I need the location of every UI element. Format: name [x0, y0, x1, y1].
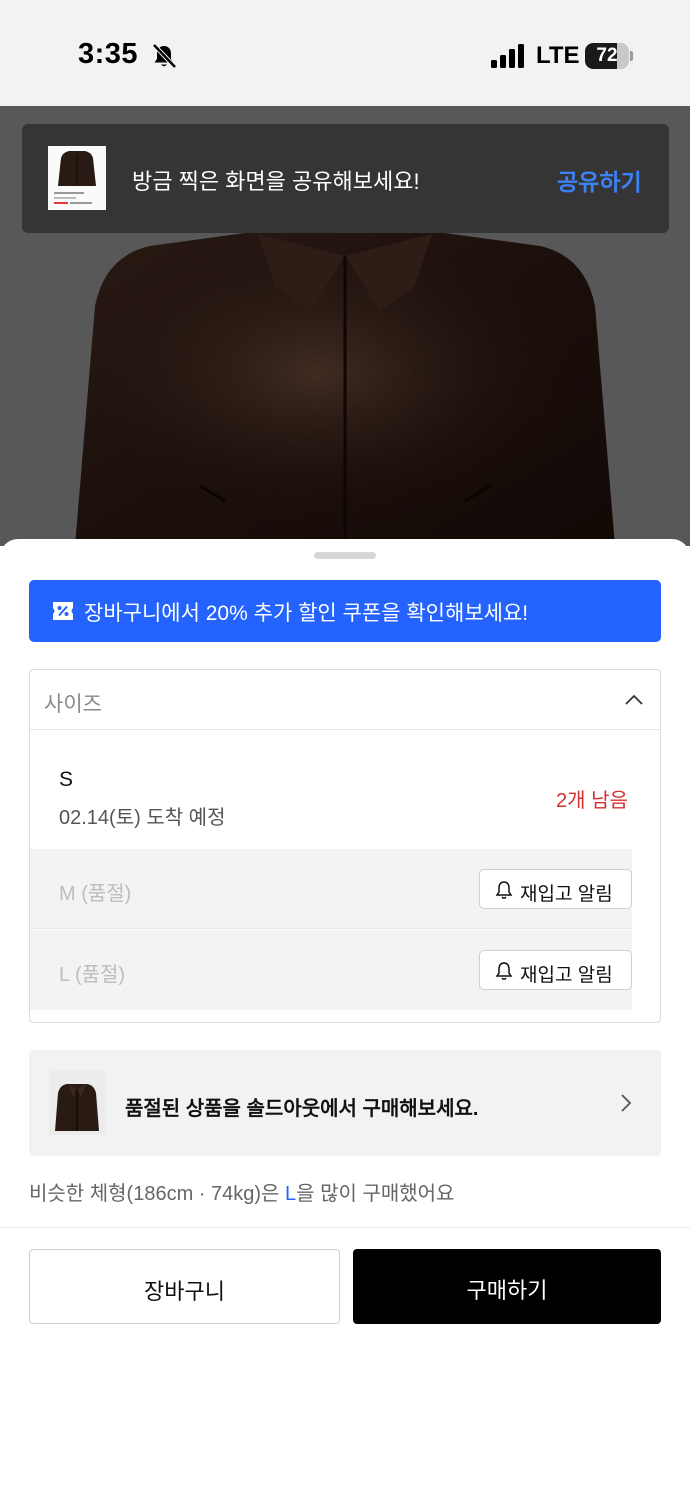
screenshot-thumbnail[interactable]: [48, 146, 106, 210]
bell-icon: [495, 962, 513, 980]
size-option-name: L (품절): [59, 964, 126, 986]
add-to-cart-button[interactable]: 장바구니: [29, 1249, 340, 1324]
size-option-m: M (품절) 재입고 알림: [30, 849, 632, 929]
size-dropdown: 사이즈 S 02.14(토) 도착 예정 2개 남음 M (품절) 재입고 알림…: [29, 669, 661, 1023]
share-toast: 방금 찍은 화면을 공유해보세요! 공유하기: [22, 124, 669, 233]
size-dropdown-header[interactable]: 사이즈: [30, 670, 660, 730]
size-dropdown-label: 사이즈: [44, 693, 102, 716]
coupon-icon: [53, 602, 73, 620]
status-time: 3:35: [78, 38, 139, 70]
buy-now-label: 구매하기: [466, 1278, 548, 1303]
network-type: LTE: [536, 42, 580, 69]
status-bar: 3:35 LTE 72: [0, 0, 690, 106]
restock-alert-label: 재입고 알림: [520, 884, 613, 905]
size-option-l: L (품절) 재입고 알림: [30, 930, 632, 1010]
coupon-banner-text: 장바구니에서 20% 추가 할인 쿠폰을 확인해보세요!: [84, 602, 529, 625]
buy-now-button[interactable]: 구매하기: [353, 1249, 661, 1324]
body-size-recommendation: 비슷한 체형(186cm · 74kg)은 L을 많이 구매했어요: [29, 1177, 454, 1206]
stock-remaining: 2개 남음: [556, 790, 628, 812]
soldout-banner-text: 품절된 상품을 솔드아웃에서 구매해보세요.: [125, 1098, 479, 1120]
body-size-suffix: 을 많이 구매했어요: [296, 1183, 455, 1205]
battery-icon: 72: [585, 43, 633, 69]
restock-alert-button[interactable]: 재입고 알림: [479, 950, 632, 990]
cellular-signal-icon: [491, 44, 524, 68]
battery-level: 72: [596, 45, 618, 66]
add-to-cart-label: 장바구니: [144, 1279, 225, 1304]
chevron-right-icon: [621, 1094, 632, 1112]
size-option-s[interactable]: S 02.14(토) 도착 예정 2개 남음: [30, 731, 660, 849]
delivery-estimate: 02.14(토) 도착 예정: [59, 807, 226, 829]
size-option-name: S: [59, 768, 74, 791]
bell-icon: [495, 881, 513, 899]
coupon-banner[interactable]: 장바구니에서 20% 추가 할인 쿠폰을 확인해보세요!: [29, 580, 661, 642]
product-thumbnail: [49, 1071, 105, 1135]
body-size-prefix: 비슷한 체형(186cm · 74kg)은: [29, 1183, 286, 1205]
option-bottom-sheet: 장바구니에서 20% 추가 할인 쿠폰을 확인해보세요! 사이즈 S 02.14…: [0, 539, 690, 1500]
size-option-name: M (품절): [59, 883, 132, 905]
restock-alert-button[interactable]: 재입고 알림: [479, 869, 632, 909]
share-message: 방금 찍은 화면을 공유해보세요!: [132, 169, 420, 194]
restock-alert-label: 재입고 알림: [520, 965, 613, 986]
chevron-up-icon: [625, 694, 643, 705]
divider: [0, 1227, 690, 1228]
share-button[interactable]: 공유하기: [557, 163, 642, 197]
sheet-drag-handle[interactable]: [314, 552, 376, 559]
soldout-banner[interactable]: 품절된 상품을 솔드아웃에서 구매해보세요.: [29, 1050, 661, 1156]
bell-slash-icon: [152, 43, 177, 69]
recommended-size: L: [285, 1183, 297, 1205]
